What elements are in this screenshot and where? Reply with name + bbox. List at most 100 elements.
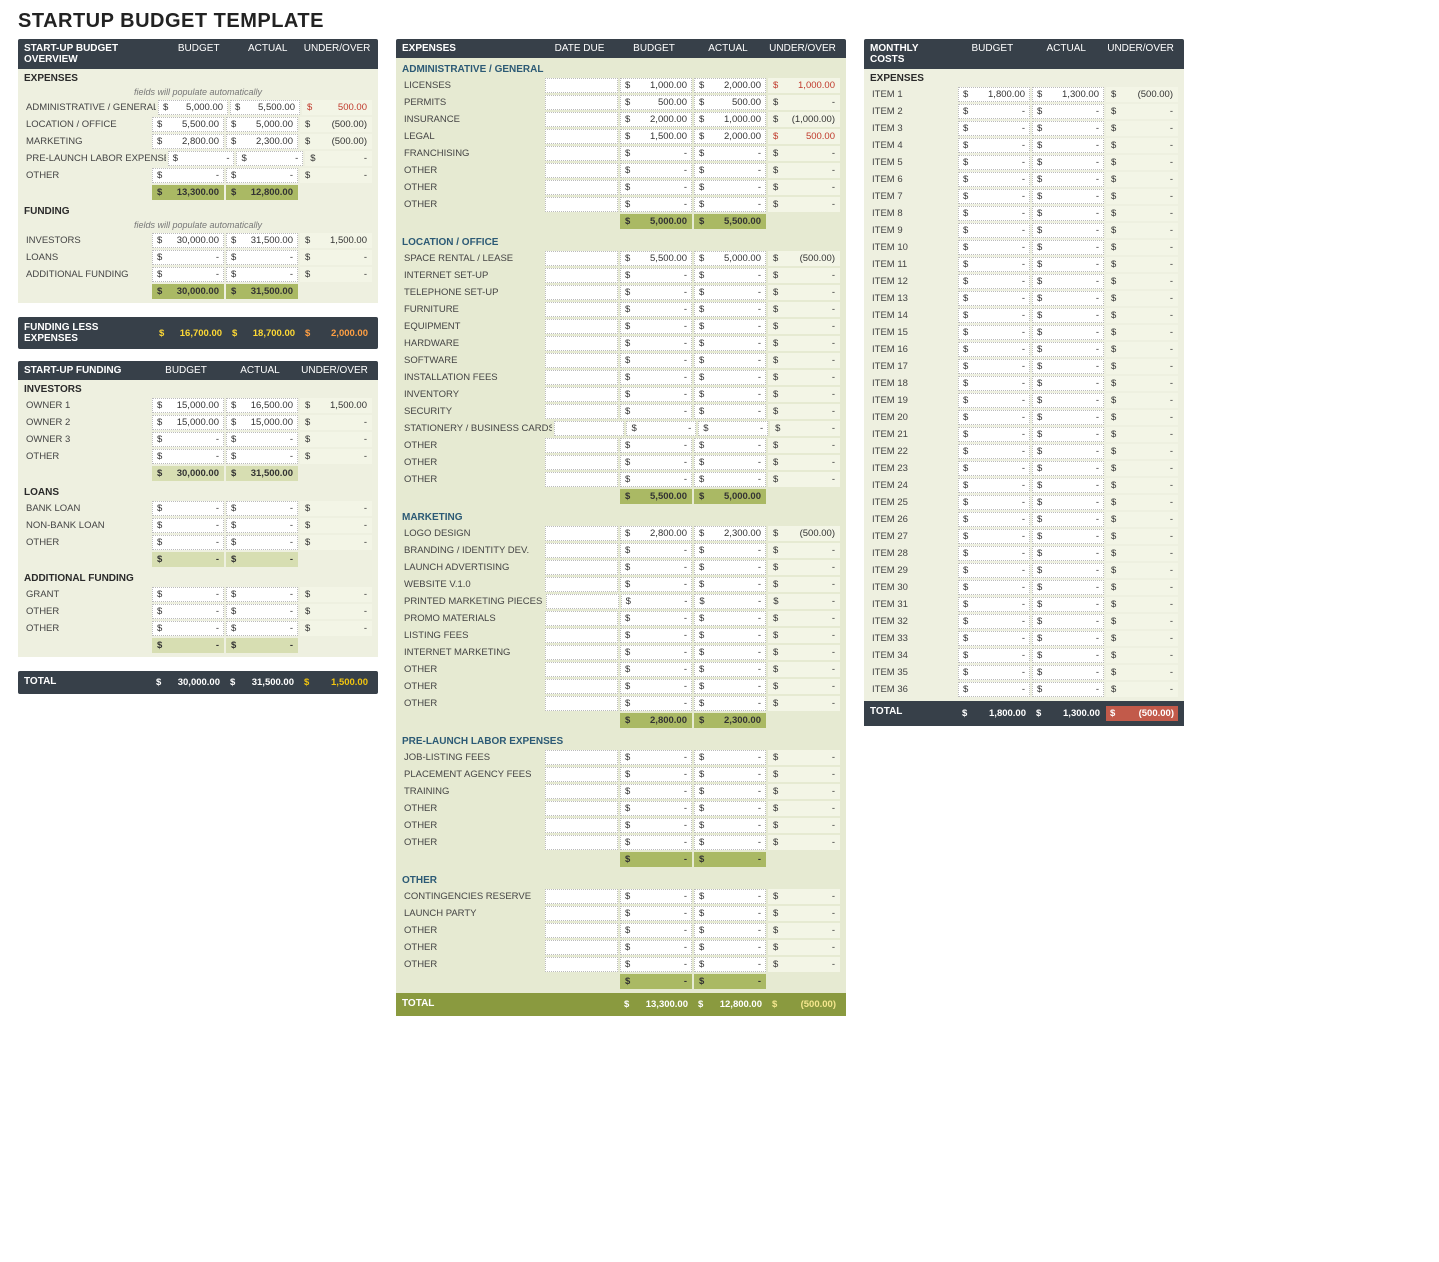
money-cell[interactable]: $- (768, 696, 840, 711)
money-cell[interactable]: $- (1106, 393, 1178, 408)
money-cell[interactable]: $- (768, 353, 840, 368)
money-cell[interactable]: $- (620, 611, 692, 626)
money-cell[interactable]: $- (620, 906, 692, 921)
money-cell[interactable]: $2,800.00 (152, 134, 224, 149)
date-cell[interactable] (545, 889, 618, 904)
date-cell[interactable] (545, 767, 618, 782)
money-cell[interactable]: $- (1032, 257, 1104, 272)
money-cell[interactable]: $1,300.00 (1032, 87, 1104, 102)
money-cell[interactable]: $- (694, 750, 766, 765)
money-cell[interactable]: $- (958, 376, 1030, 391)
money-cell[interactable]: $(500.00) (1106, 87, 1178, 102)
money-cell[interactable]: $1,500.00 (620, 129, 692, 144)
money-cell[interactable]: $- (1032, 410, 1104, 425)
money-cell[interactable]: $- (958, 189, 1030, 204)
money-cell[interactable]: $- (1106, 376, 1178, 391)
money-cell[interactable]: $- (694, 801, 766, 816)
money-cell[interactable]: $16,500.00 (226, 398, 298, 413)
money-cell[interactable]: $15,000.00 (226, 415, 298, 430)
money-cell[interactable]: $500.00 (302, 100, 372, 115)
money-cell[interactable]: $- (694, 197, 766, 212)
money-cell[interactable]: $- (958, 104, 1030, 119)
money-cell[interactable]: $- (768, 438, 840, 453)
money-cell[interactable]: $- (152, 621, 224, 636)
money-cell[interactable]: $- (1106, 597, 1178, 612)
date-cell[interactable] (545, 319, 618, 334)
money-cell[interactable]: $- (620, 628, 692, 643)
money-cell[interactable]: $- (620, 852, 692, 867)
money-cell[interactable]: $- (620, 577, 692, 592)
money-cell[interactable]: $- (768, 628, 840, 643)
money-cell[interactable]: $- (768, 923, 840, 938)
date-cell[interactable] (545, 645, 618, 660)
money-cell[interactable]: $- (1106, 665, 1178, 680)
money-cell[interactable]: $- (1032, 240, 1104, 255)
money-cell[interactable]: $- (620, 268, 692, 283)
money-cell[interactable]: $- (620, 662, 692, 677)
money-cell[interactable]: $- (1106, 682, 1178, 697)
money-cell[interactable]: $- (620, 387, 692, 402)
money-cell[interactable]: $- (620, 560, 692, 575)
money-cell[interactable]: $- (620, 472, 692, 487)
money-cell[interactable]: $- (768, 940, 840, 955)
money-cell[interactable]: $- (694, 472, 766, 487)
money-cell[interactable]: $- (694, 438, 766, 453)
money-cell[interactable]: $- (768, 906, 840, 921)
money-cell[interactable]: $- (694, 906, 766, 921)
money-cell[interactable]: $- (620, 645, 692, 660)
money-cell[interactable]: $- (226, 518, 298, 533)
money-cell[interactable]: $5,000.00 (226, 117, 298, 132)
money-cell[interactable]: $- (152, 638, 224, 653)
money-cell[interactable]: $- (768, 302, 840, 317)
money-cell[interactable]: $- (1032, 512, 1104, 527)
money-cell[interactable]: $2,000.00 (694, 78, 766, 93)
date-cell[interactable] (545, 180, 618, 195)
date-cell[interactable] (545, 750, 618, 765)
money-cell[interactable]: $- (226, 267, 298, 282)
money-cell[interactable]: $- (152, 587, 224, 602)
money-cell[interactable]: $- (768, 767, 840, 782)
money-cell[interactable]: $- (768, 560, 840, 575)
money-cell[interactable]: $2,300.00 (694, 526, 766, 541)
money-cell[interactable]: $- (958, 138, 1030, 153)
money-cell[interactable]: $- (1106, 410, 1178, 425)
money-cell[interactable]: $1,500.00 (300, 233, 372, 248)
date-cell[interactable] (545, 370, 618, 385)
money-cell[interactable]: $- (1032, 529, 1104, 544)
date-cell[interactable] (545, 95, 618, 110)
money-cell[interactable]: $- (694, 784, 766, 799)
money-cell[interactable]: $- (958, 427, 1030, 442)
date-cell[interactable] (545, 146, 618, 161)
money-cell[interactable]: $- (958, 682, 1030, 697)
money-cell[interactable]: $- (958, 614, 1030, 629)
money-cell[interactable]: $- (768, 611, 840, 626)
money-cell[interactable]: $- (768, 197, 840, 212)
money-cell[interactable]: $- (300, 587, 372, 602)
money-cell[interactable]: $- (1032, 597, 1104, 612)
money-cell[interactable]: $- (1106, 189, 1178, 204)
money-cell[interactable]: $- (226, 449, 298, 464)
date-cell[interactable] (545, 78, 618, 93)
money-cell[interactable]: $- (226, 638, 298, 653)
money-cell[interactable]: $- (694, 370, 766, 385)
money-cell[interactable]: $5,500.00 (152, 117, 224, 132)
money-cell[interactable]: $- (300, 501, 372, 516)
money-cell[interactable]: $- (768, 594, 840, 609)
money-cell[interactable]: $- (1106, 427, 1178, 442)
money-cell[interactable]: $5,500.00 (230, 100, 300, 115)
money-cell[interactable]: $1,500.00 (300, 398, 372, 413)
date-cell[interactable] (545, 784, 618, 799)
money-cell[interactable]: $- (620, 835, 692, 850)
money-cell[interactable]: $- (621, 594, 693, 609)
money-cell[interactable]: $- (694, 319, 766, 334)
date-cell[interactable] (545, 387, 618, 402)
money-cell[interactable]: $- (620, 163, 692, 178)
money-cell[interactable]: $- (958, 512, 1030, 527)
money-cell[interactable]: $- (152, 604, 224, 619)
money-cell[interactable]: $- (1106, 648, 1178, 663)
date-cell[interactable] (545, 611, 618, 626)
money-cell[interactable]: $5,000.00 (694, 251, 766, 266)
money-cell[interactable]: $- (1106, 563, 1178, 578)
money-cell[interactable]: $- (958, 325, 1030, 340)
money-cell[interactable]: $- (226, 250, 298, 265)
